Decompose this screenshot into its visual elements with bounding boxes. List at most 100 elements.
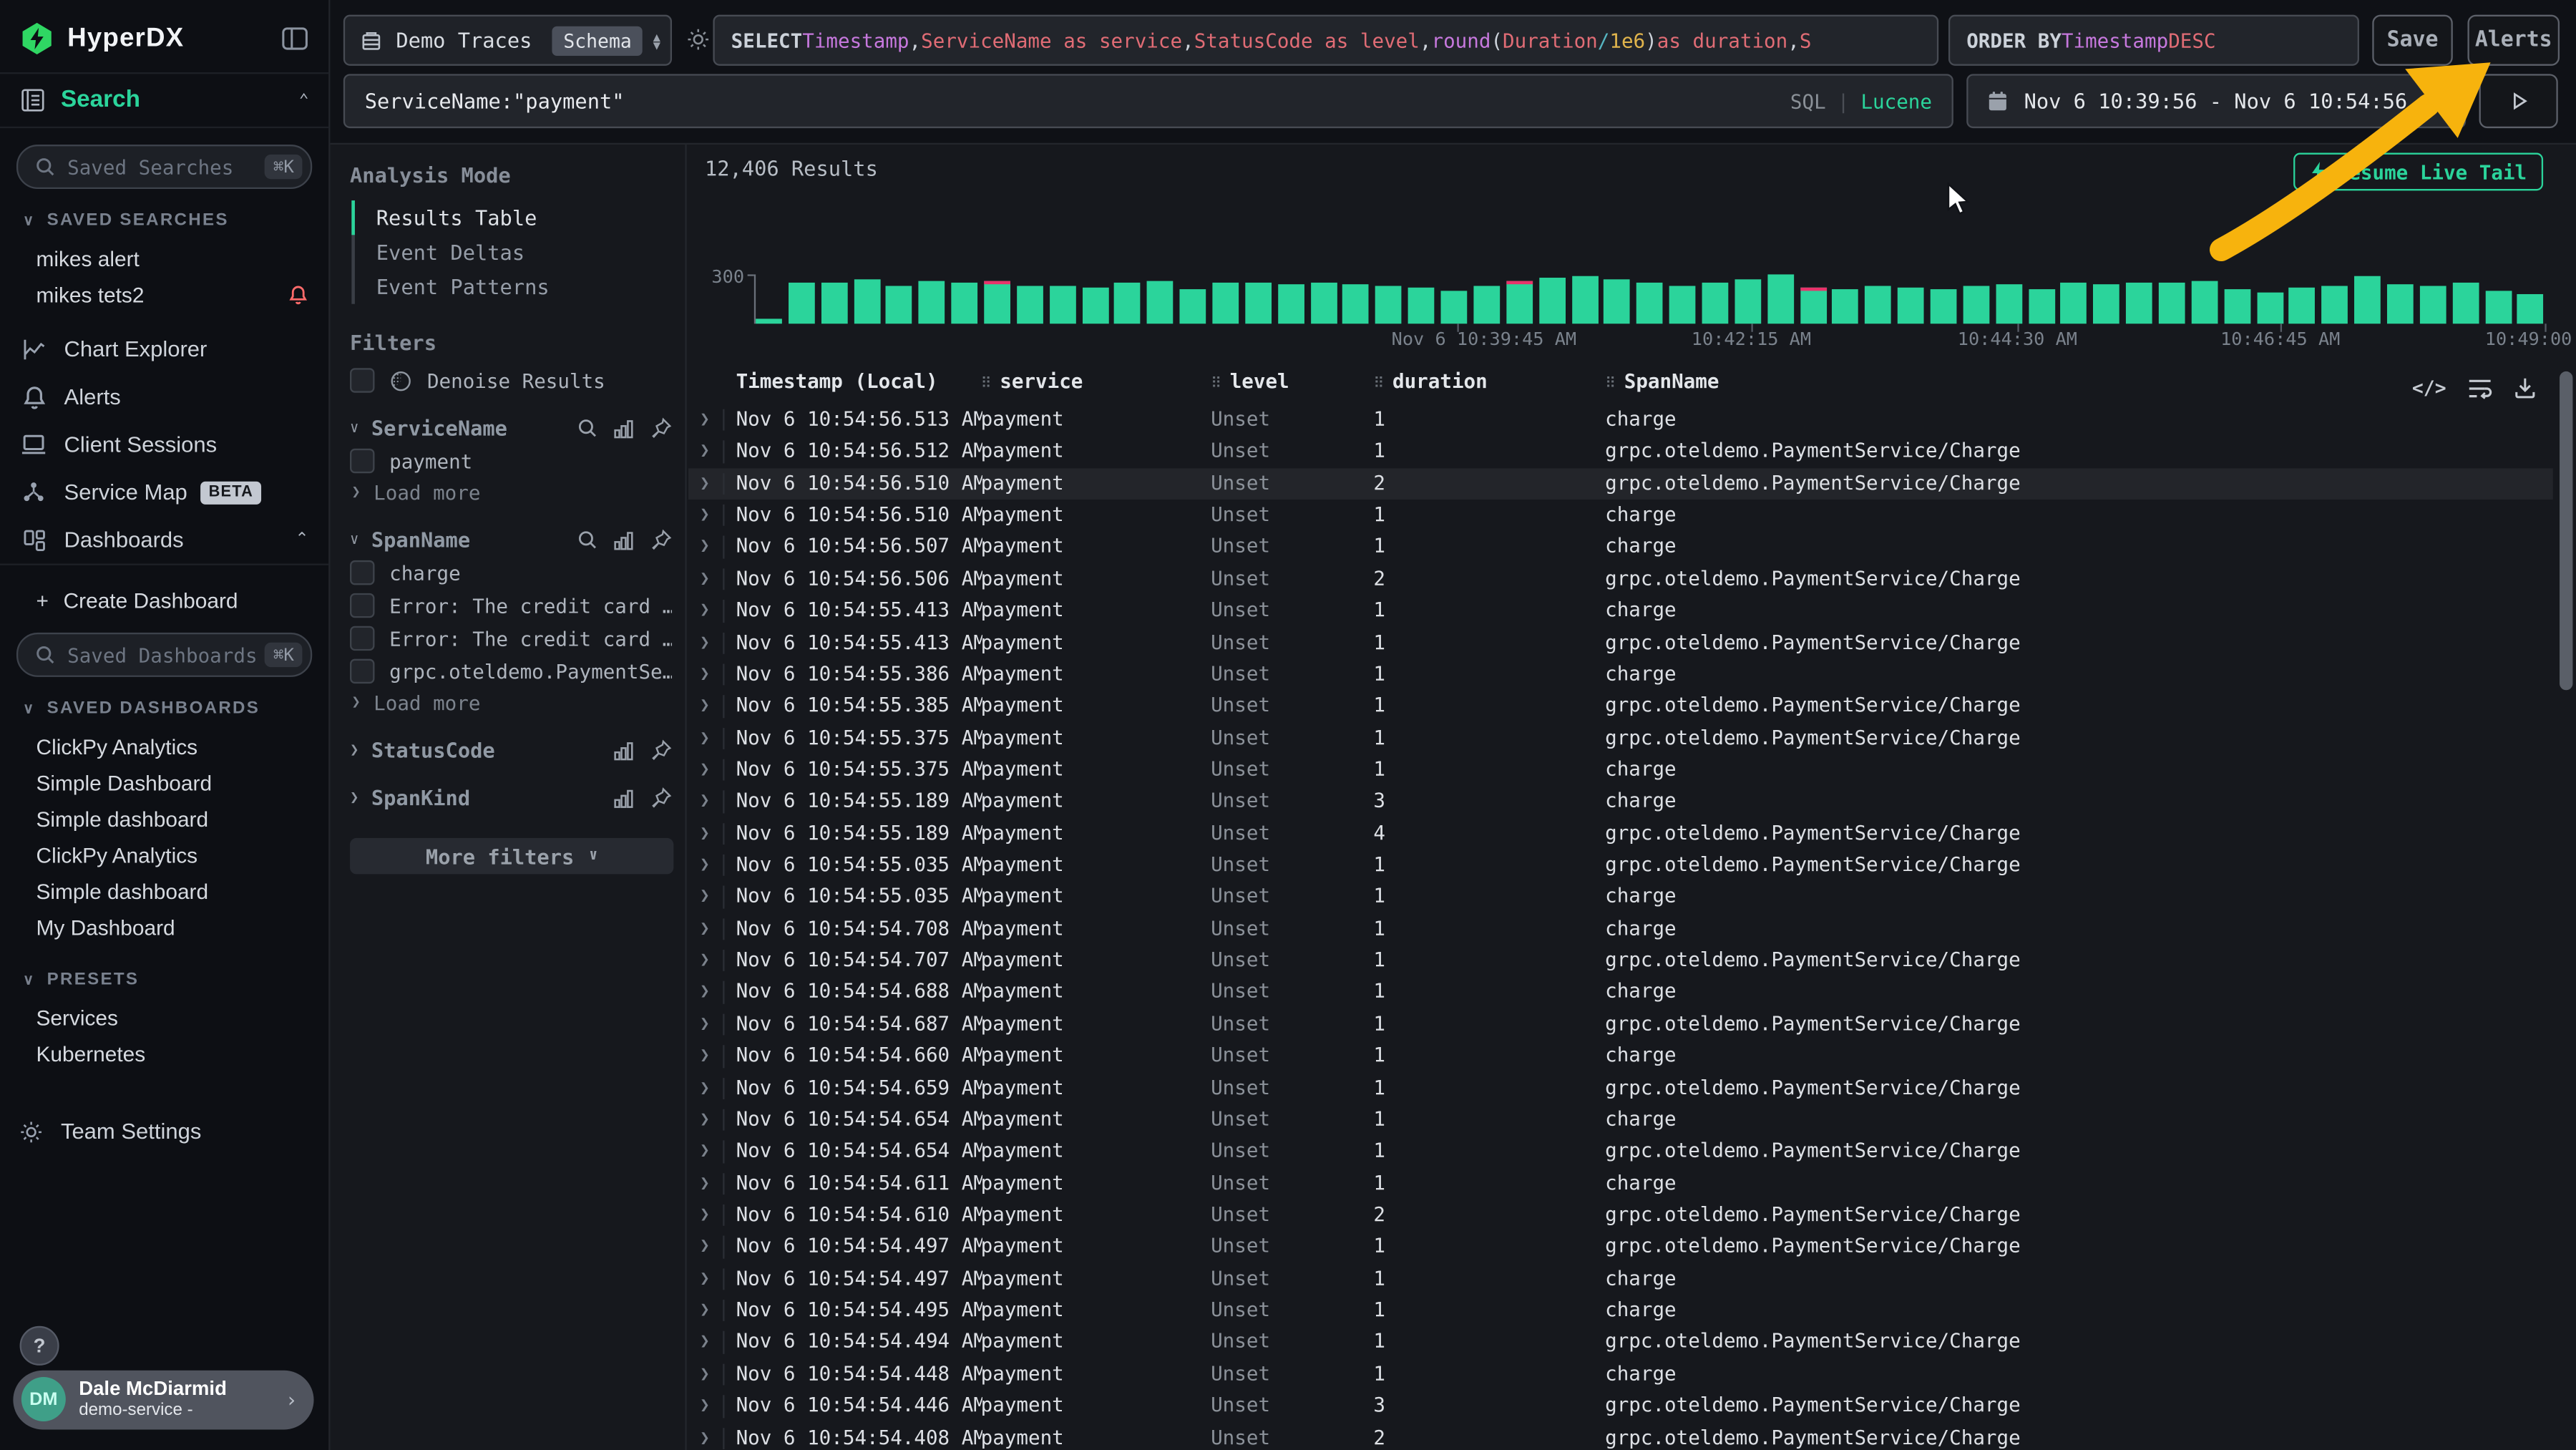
filter-group-statuscode[interactable]: ❯StatusCode (350, 738, 672, 762)
row-expand-icon[interactable]: ❯ (700, 1327, 710, 1358)
mode-sql-toggle[interactable]: SQL (1790, 89, 1826, 112)
table-row[interactable]: ❯Nov 6 10:54:55.189 AMpaymentUnset4grpc.… (688, 818, 2553, 850)
row-expand-icon[interactable]: ❯ (700, 563, 710, 595)
table-row[interactable]: ❯Nov 6 10:54:54.708 AMpaymentUnset1charg… (688, 913, 2553, 945)
filter-group-spankind[interactable]: ❯SpanKind (350, 785, 672, 809)
denoise-checkbox[interactable] (350, 368, 374, 392)
saved-dashboards-input[interactable]: Saved Dashboards ⌘K (16, 633, 312, 677)
table-row[interactable]: ❯Nov 6 10:54:55.385 AMpaymentUnset1grpc.… (688, 691, 2553, 722)
user-menu[interactable]: DM Dale McDiarmid demo-service - › (13, 1370, 313, 1429)
row-expand-icon[interactable]: ❯ (700, 468, 710, 500)
sidebar-item-dashboards[interactable]: Dashboards⌃ (0, 516, 328, 565)
row-expand-icon[interactable]: ❯ (700, 977, 710, 1008)
preset-item[interactable]: Kubernetes (16, 1035, 312, 1071)
denoise-results-row[interactable]: Denoise Results (350, 368, 672, 392)
search-query-input[interactable]: ServiceName:"payment" SQL | Lucene (343, 74, 1953, 128)
create-dashboard-button[interactable]: + Create Dashboard (16, 582, 312, 618)
more-filters-button[interactable]: More filters ∨ (350, 838, 673, 875)
sidebar-item-alerts[interactable]: Alerts (0, 373, 328, 421)
row-expand-icon[interactable]: ❯ (700, 722, 710, 754)
pin-icon[interactable] (650, 529, 672, 550)
sidebar-item-chart-explorer[interactable]: Chart Explorer (0, 326, 328, 374)
table-row[interactable]: ❯Nov 6 10:54:54.611 AMpaymentUnset1charg… (688, 1168, 2553, 1200)
chevron-up-icon[interactable]: ⌃ (299, 91, 309, 109)
row-expand-icon[interactable]: ❯ (700, 1358, 710, 1390)
chart-icon[interactable] (613, 740, 635, 760)
table-row[interactable]: ❯Nov 6 10:54:54.660 AMpaymentUnset1charg… (688, 1041, 2553, 1072)
column-header-service[interactable]: ⠿service (981, 370, 1083, 393)
table-row[interactable]: ❯Nov 6 10:54:55.413 AMpaymentUnset1grpc.… (688, 627, 2553, 658)
sidebar-item-service-map[interactable]: Service MapBETA (0, 468, 328, 516)
alerts-button[interactable]: Alerts (2467, 15, 2560, 66)
date-range-picker[interactable]: Nov 6 10:39:56 - Nov 6 10:54:56 (1966, 74, 2466, 128)
row-expand-icon[interactable]: ❯ (700, 691, 710, 722)
table-row[interactable]: ❯Nov 6 10:54:55.413 AMpaymentUnset1charg… (688, 595, 2553, 626)
analysis-mode-event-deltas[interactable]: Event Deltas (355, 235, 672, 269)
drag-handle-icon[interactable]: ⠿ (1373, 376, 1384, 393)
column-header-duration[interactable]: ⠿duration (1373, 370, 1487, 393)
filter-group-servicename[interactable]: ∨ServiceName (350, 416, 672, 440)
preset-item[interactable]: Services (16, 999, 312, 1036)
help-button[interactable]: ? (20, 1325, 59, 1365)
source-select[interactable]: Demo Traces Schema ▲▼ (343, 15, 672, 66)
row-expand-icon[interactable]: ❯ (700, 1008, 710, 1040)
row-expand-icon[interactable]: ❯ (700, 754, 710, 786)
table-row[interactable]: ❯Nov 6 10:54:54.659 AMpaymentUnset1grpc.… (688, 1072, 2553, 1104)
row-expand-icon[interactable]: ❯ (700, 436, 710, 467)
mode-lucene-toggle[interactable]: Lucene (1860, 89, 1932, 112)
chart-icon[interactable] (613, 788, 635, 808)
table-row[interactable]: ❯Nov 6 10:54:55.035 AMpaymentUnset1grpc.… (688, 850, 2553, 881)
row-expand-icon[interactable]: ❯ (700, 882, 710, 913)
filter-checkbox[interactable] (350, 560, 374, 585)
table-row[interactable]: ❯Nov 6 10:54:54.497 AMpaymentUnset1grpc.… (688, 1231, 2553, 1262)
chart-icon[interactable] (613, 418, 635, 438)
column-header-spanname[interactable]: ⠿SpanName (1605, 370, 1719, 393)
row-expand-icon[interactable]: ❯ (700, 532, 710, 563)
table-row[interactable]: ❯Nov 6 10:54:54.688 AMpaymentUnset1charg… (688, 977, 2553, 1008)
row-expand-icon[interactable]: ❯ (700, 658, 710, 690)
saved-dashboard-item[interactable]: Simple Dashboard (16, 764, 312, 801)
filter-value-row[interactable]: grpc.oteldemo.PaymentSe… (350, 659, 672, 683)
saved-dashboard-item[interactable]: ClickPy Analytics (16, 837, 312, 873)
table-row[interactable]: ❯Nov 6 10:54:55.386 AMpaymentUnset1charg… (688, 658, 2553, 690)
row-expand-icon[interactable]: ❯ (700, 404, 710, 436)
table-row[interactable]: ❯Nov 6 10:54:54.654 AMpaymentUnset1charg… (688, 1104, 2553, 1136)
row-expand-icon[interactable]: ❯ (700, 1263, 710, 1295)
table-row[interactable]: ❯Nov 6 10:54:54.654 AMpaymentUnset1grpc.… (688, 1136, 2553, 1167)
load-more-button[interactable]: ❯Load more (351, 482, 672, 505)
table-row[interactable]: ❯Nov 6 10:54:54.497 AMpaymentUnset1charg… (688, 1263, 2553, 1295)
row-expand-icon[interactable]: ❯ (700, 1391, 710, 1422)
row-expand-icon[interactable]: ❯ (700, 1200, 710, 1231)
filter-checkbox[interactable] (350, 659, 374, 683)
drag-handle-icon[interactable]: ⠿ (1605, 376, 1616, 393)
search-icon[interactable] (577, 417, 598, 439)
saved-dashboard-item[interactable]: Simple dashboard (16, 800, 312, 837)
saved-dashboards-header[interactable]: ∨ SAVED DASHBOARDS (23, 699, 308, 719)
filter-value-row[interactable]: payment (350, 449, 672, 473)
filter-value-row[interactable]: charge (350, 560, 672, 585)
analysis-mode-results-table[interactable]: Results Table (355, 200, 672, 235)
sidebar-item-client-sessions[interactable]: Client Sessions (0, 421, 328, 469)
filter-group-spanname[interactable]: ∨SpanName (350, 527, 672, 552)
sidebar-item-team-settings[interactable]: Team Settings (0, 1107, 332, 1155)
sidebar-collapse-icon[interactable] (281, 24, 309, 52)
table-row[interactable]: ❯Nov 6 10:54:55.375 AMpaymentUnset1grpc.… (688, 722, 2553, 754)
table-scrollbar-thumb[interactable] (2560, 371, 2572, 690)
row-expand-icon[interactable]: ❯ (700, 1422, 710, 1450)
row-expand-icon[interactable]: ❯ (700, 1231, 710, 1262)
pin-icon[interactable] (650, 417, 672, 439)
row-expand-icon[interactable]: ❯ (700, 595, 710, 626)
column-header-level[interactable]: ⠿level (1211, 370, 1289, 393)
saved-searches-input[interactable]: Saved Searches ⌘K (16, 145, 312, 189)
row-expand-icon[interactable]: ❯ (700, 1168, 710, 1200)
sql-select-editor[interactable]: SELECT Timestamp, ServiceName as service… (713, 15, 1938, 66)
drag-handle-icon[interactable]: ⠿ (981, 376, 992, 393)
pin-icon[interactable] (650, 739, 672, 761)
table-row[interactable]: ❯Nov 6 10:54:55.375 AMpaymentUnset1charg… (688, 754, 2553, 786)
table-row[interactable]: ❯Nov 6 10:54:55.035 AMpaymentUnset1charg… (688, 882, 2553, 913)
table-row[interactable]: ❯Nov 6 10:54:56.506 AMpaymentUnset2grpc.… (688, 563, 2553, 595)
chevron-up-icon[interactable]: ⌃ (295, 531, 308, 549)
row-expand-icon[interactable]: ❯ (700, 500, 710, 531)
search-icon[interactable] (577, 529, 598, 550)
row-expand-icon[interactable]: ❯ (700, 850, 710, 881)
